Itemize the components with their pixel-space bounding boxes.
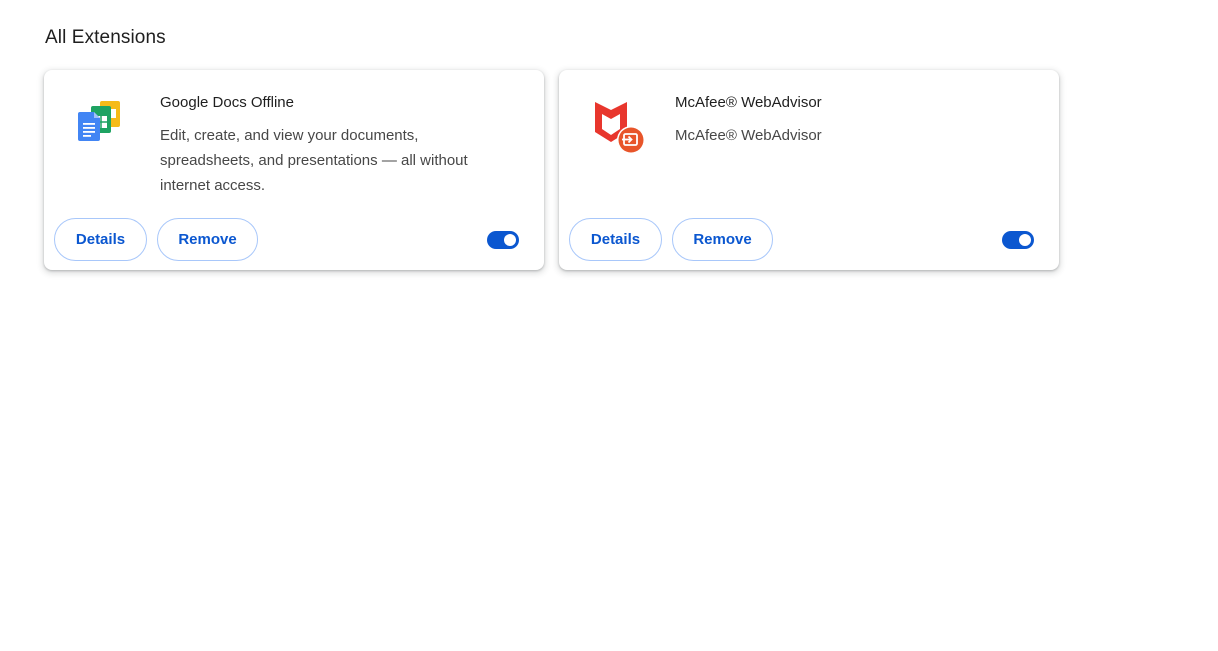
toggle-knob [1019, 234, 1031, 246]
toggle-knob [504, 234, 516, 246]
google-docs-offline-icon [76, 98, 128, 150]
extension-description: McAfee® WebAdvisor [675, 127, 822, 144]
section-title: All Extensions [45, 27, 166, 48]
extension-name: Google Docs Offline [160, 94, 294, 111]
extension-card-google-docs-offline: Google Docs Offline Edit, create, and vi… [44, 70, 544, 270]
details-button[interactable]: Details [569, 218, 662, 261]
extension-card-mcafee-webadvisor: McAfee® WebAdvisor McAfee® WebAdvisor De… [559, 70, 1059, 270]
extension-name: McAfee® WebAdvisor [675, 94, 822, 111]
mcafee-webadvisor-icon [591, 98, 645, 154]
enable-toggle[interactable] [487, 231, 519, 249]
enable-toggle[interactable] [1002, 231, 1034, 249]
extensions-list: Google Docs Offline Edit, create, and vi… [44, 70, 1059, 270]
remove-button[interactable]: Remove [157, 218, 258, 261]
details-button[interactable]: Details [54, 218, 147, 261]
remove-button[interactable]: Remove [672, 218, 773, 261]
extension-description: Edit, create, and view your documents, s… [160, 127, 468, 194]
